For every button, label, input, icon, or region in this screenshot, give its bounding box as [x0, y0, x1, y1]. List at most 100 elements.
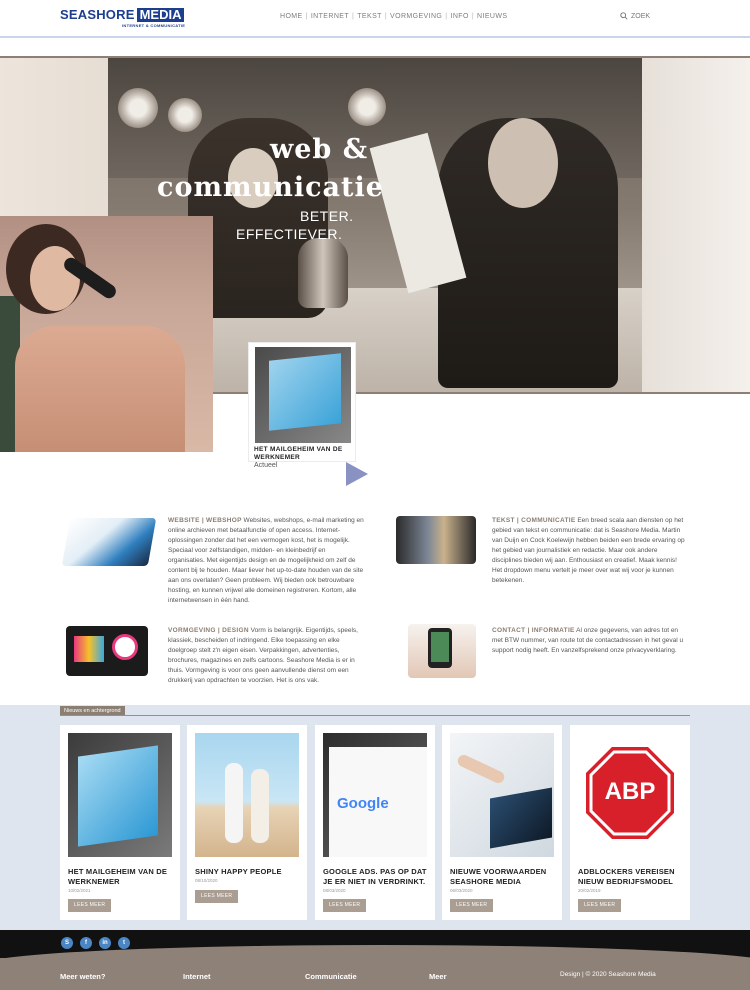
footer-heading-meer[interactable]: Meer	[429, 972, 447, 981]
news-card-image	[195, 733, 299, 857]
logo-text-seashore: SEASHORE	[60, 7, 135, 22]
nav-vormgeving[interactable]: VORMGEVING	[390, 13, 442, 20]
social-facebook-icon[interactable]: f	[80, 937, 92, 949]
service-text-website: Websites, webshops, e-mail marketing en …	[168, 517, 364, 604]
news-card-title[interactable]: NIEUWE VOORWAARDEN SEASHORE MEDIA	[450, 867, 558, 887]
read-more-button[interactable]: LEES MEER	[450, 899, 494, 912]
design-graphic	[74, 636, 104, 662]
tablet-screen	[78, 745, 158, 847]
tablet-screen	[269, 353, 341, 431]
beach-person-figure	[225, 763, 243, 843]
news-card-date: 08/10/2020	[195, 878, 218, 883]
slider-next-arrow-icon[interactable]	[346, 462, 368, 486]
hero-title-line1: web &	[270, 134, 369, 165]
search-label: ZOEK	[631, 12, 651, 20]
main-nav: HOME | INTERNET | TEKST | VORMGEVING | I…	[280, 13, 507, 20]
news-card-image	[68, 733, 172, 857]
featured-article-card[interactable]	[248, 342, 356, 462]
site-header: SEASHORE MEDIA INTERNET & COMMUNICATIE H…	[0, 0, 750, 38]
news-card-date: 20/02/2019	[578, 888, 601, 893]
smartphone-screen	[431, 632, 449, 662]
hero-side-image-right	[642, 58, 750, 392]
news-card-image: Google	[323, 733, 427, 857]
featured-article-category[interactable]: Actueel	[254, 462, 277, 469]
service-heading-tekst[interactable]: TEKST | COMMUNICATIE	[492, 517, 576, 524]
nav-nieuws[interactable]: NIEUWS	[477, 13, 507, 20]
news-card-title[interactable]: HET MAILGEHEIM VAN DE WERKNEMER	[68, 867, 176, 887]
featured-article-image	[255, 347, 351, 443]
news-card-date: 10/02/2021	[68, 888, 91, 893]
social-skype-icon[interactable]: S	[61, 937, 73, 949]
google-logo: Google	[337, 795, 389, 812]
nav-separator: |	[384, 13, 388, 20]
read-more-button[interactable]: LEES MEER	[68, 899, 112, 912]
news-card-image	[450, 733, 554, 857]
social-twitter-icon[interactable]: t	[118, 937, 130, 949]
hero-title-line2: communicatie	[157, 172, 384, 203]
hero-man-face	[488, 118, 558, 208]
news-section-divider	[60, 715, 690, 716]
hero-subtitle-line1: BETER.	[300, 208, 354, 224]
service-heading-contact[interactable]: CONTACT | INFORMATIE	[492, 627, 575, 634]
news-card-title[interactable]: GOOGLE ADS. PAS OP DAT JE ER NIET IN VER…	[323, 867, 431, 887]
nav-separator: |	[352, 13, 355, 20]
hero-wall-plate	[168, 98, 202, 132]
read-more-button[interactable]: LEES MEER	[578, 899, 622, 912]
news-card[interactable]: NIEUWE VOORWAARDEN SEASHORE MEDIA 06/03/…	[442, 725, 562, 920]
nav-info[interactable]: INFO	[450, 13, 468, 20]
news-card[interactable]: Google GOOGLE ADS. PAS OP DAT JE ER NIET…	[315, 725, 435, 920]
news-card[interactable]: ABP ADBLOCKERS VEREISEN NIEUW BEDRIJFSMO…	[570, 725, 690, 920]
news-card-image: ABP	[578, 733, 682, 857]
hero-subtitle-line2: EFFECTIEVER.	[236, 226, 343, 242]
beach-person-figure	[251, 769, 269, 843]
nav-separator: |	[445, 13, 448, 20]
news-card[interactable]: SHINY HAPPY PEOPLE 08/10/2020 LEES MEER	[187, 725, 307, 920]
nav-tekst[interactable]: TEKST	[357, 13, 382, 20]
abp-logo-text: ABP	[604, 778, 656, 805]
read-more-button[interactable]: LEES MEER	[323, 899, 367, 912]
news-card-date: 08/03/2020	[323, 888, 346, 893]
search-button[interactable]: ZOEK	[620, 12, 650, 20]
service-image-vormgeving	[66, 626, 148, 676]
phone-woman-face	[30, 246, 80, 311]
read-more-button[interactable]: LEES MEER	[195, 890, 239, 903]
nav-separator: |	[471, 13, 475, 20]
service-heading-website[interactable]: WEBSITE | WEBSHOP	[168, 517, 242, 524]
logo-tagline: INTERNET & COMMUNICATIE	[122, 23, 186, 28]
service-website: WEBSITE | WEBSHOP Websites, webshops, e-…	[168, 516, 364, 606]
service-contact: CONTACT | INFORMATIE Al onze gegevens, v…	[492, 626, 688, 656]
news-card-title[interactable]: ADBLOCKERS VEREISEN NIEUW BEDRIJFSMODEL	[578, 867, 686, 887]
service-text-tekst: Een breed scala aan diensten op het gebi…	[492, 517, 685, 584]
hero-phone-woman-image	[0, 216, 213, 452]
hero-banner: web & communicatie BETER. EFFECTIEVER.	[0, 56, 750, 462]
nav-internet[interactable]: INTERNET	[311, 13, 349, 20]
news-card[interactable]: HET MAILGEHEIM VAN DE WERKNEMER 10/02/20…	[60, 725, 180, 920]
logo-text-media: MEDIA	[136, 8, 185, 22]
footer-heading-meer-weten[interactable]: Meer weten?	[60, 972, 105, 981]
design-badge-icon	[112, 634, 138, 660]
social-linkedin-icon[interactable]: in	[99, 937, 111, 949]
service-image-contact	[408, 624, 476, 678]
news-card-date: 06/03/2020	[450, 888, 473, 893]
nav-separator: |	[305, 13, 308, 20]
footer-band	[0, 930, 750, 960]
footer-copyright: Design | © 2020 Seashore Media	[560, 971, 656, 978]
hero-wall-plate	[348, 88, 386, 126]
footer-heading-communicatie[interactable]: Communicatie	[305, 972, 357, 981]
nav-home[interactable]: HOME	[280, 13, 303, 20]
phone-woman-dress	[15, 326, 185, 452]
hand-graphic	[455, 752, 507, 786]
service-image-tekst	[396, 516, 476, 564]
featured-article-title[interactable]: HET MAILGEHEIM VAN DE WERKNEMER	[254, 446, 354, 462]
news-card-title[interactable]: SHINY HAPPY PEOPLE	[195, 867, 303, 877]
hero-wall-plate	[118, 88, 158, 128]
service-text-vormgeving: Vorm is belangrijk. Eigentijds, speels, …	[168, 627, 358, 684]
service-heading-vormgeving[interactable]: VORMGEVING | DESIGN	[168, 627, 249, 634]
footer-heading-internet[interactable]: Internet	[183, 972, 211, 981]
service-tekst: TEKST | COMMUNICATIE Een breed scala aan…	[492, 516, 688, 586]
service-vormgeving: VORMGEVING | DESIGN Vorm is belangrijk. …	[168, 626, 364, 686]
hero-coffee-pot	[298, 238, 348, 308]
search-icon	[620, 12, 628, 20]
service-image-website	[61, 518, 157, 566]
tablet-device	[490, 787, 552, 849]
